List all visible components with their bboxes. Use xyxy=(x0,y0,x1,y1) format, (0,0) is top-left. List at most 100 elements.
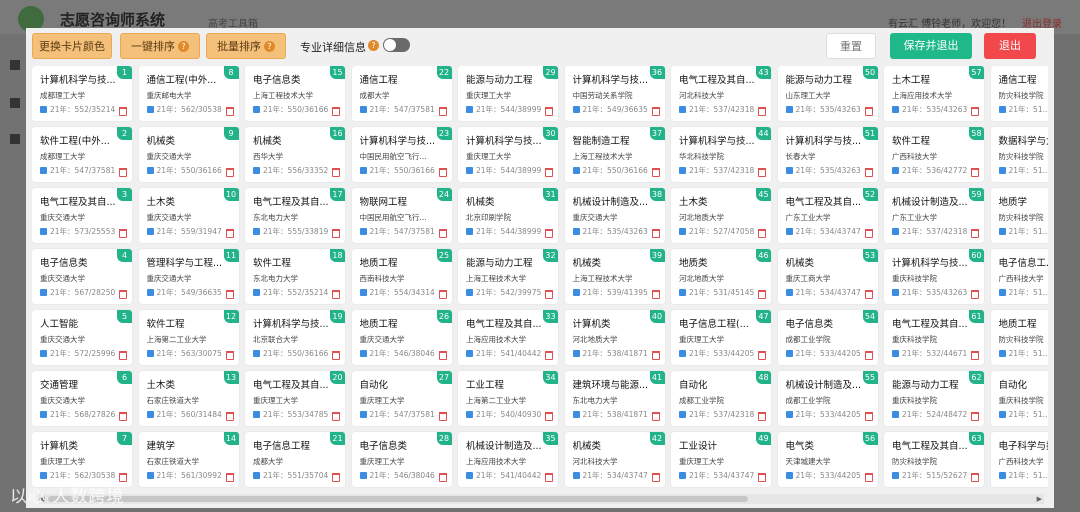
home-icon[interactable] xyxy=(10,60,20,70)
major-card[interactable]: 土木工程 57 上海应用技术大学 21年：535/43263 xyxy=(884,66,984,121)
trash-icon[interactable] xyxy=(545,168,553,177)
major-card[interactable]: 电子科学与技...70广西科技大学21年：51... xyxy=(990,432,1048,487)
save-exit-button[interactable]: 保存并退出 xyxy=(890,33,972,59)
trash-icon[interactable] xyxy=(758,107,766,116)
trash-icon[interactable] xyxy=(651,473,660,482)
major-card[interactable]: 电气工程及其自... 63 防灾科技学院 21年：515/52627 xyxy=(884,432,984,487)
major-card[interactable]: 地质工程68防灾科技学院21年：51... xyxy=(990,310,1048,365)
major-card[interactable]: 机械类 9 重庆交通大学 21年：550/36166 xyxy=(138,127,239,182)
trash-icon[interactable] xyxy=(545,473,553,482)
trash-icon[interactable] xyxy=(864,229,873,238)
exit-button[interactable]: 退出 xyxy=(984,33,1036,59)
trash-icon[interactable] xyxy=(119,412,127,421)
major-card[interactable]: 计算机科学与技... 19 北京联合大学 21年：550/36166 xyxy=(245,310,345,365)
major-card[interactable]: 电气工程及其自... 3 重庆交通大学 21年：573/25553 xyxy=(32,188,132,243)
trash-icon[interactable] xyxy=(438,229,447,238)
trash-icon[interactable] xyxy=(438,290,447,299)
trash-icon[interactable] xyxy=(864,351,873,360)
major-card[interactable]: 机械设计制造及... 35 上海应用技术大学 21年：541/40442 xyxy=(458,432,558,487)
change-card-color-button[interactable]: 更换卡片颜色 xyxy=(32,33,112,59)
major-card[interactable]: 电气工程及其自... 20 重庆理工大学 21年：553/34785 xyxy=(245,371,345,426)
trash-icon[interactable] xyxy=(651,412,660,421)
major-card[interactable]: 电子信息类 28 重庆理工大学 21年：546/38046 xyxy=(351,432,452,487)
trash-icon[interactable] xyxy=(438,168,447,177)
trash-icon[interactable] xyxy=(225,412,234,421)
major-card[interactable]: 建筑学 14 石家庄铁道大学 21年：561/30992 xyxy=(138,432,239,487)
trash-icon[interactable] xyxy=(758,473,766,482)
trash-icon[interactable] xyxy=(971,290,979,299)
major-card[interactable]: 机械类 42 河北科技大学 21年：534/43747 xyxy=(564,432,665,487)
trash-icon[interactable] xyxy=(332,351,340,360)
major-card[interactable]: 机械类 39 上海工程技术大学 21年：539/41395 xyxy=(564,249,665,304)
trash-icon[interactable] xyxy=(971,107,979,116)
trash-icon[interactable] xyxy=(225,229,234,238)
major-card[interactable]: 计算机类 7 重庆理工大学 21年：562/30538 xyxy=(32,432,132,487)
major-card[interactable]: 工业设计 49 重庆理工大学 21年：534/43747 xyxy=(671,432,771,487)
major-card[interactable]: 机械设计制造及... 59 广东工业大学 21年：537/42318 xyxy=(884,188,984,243)
trash-icon[interactable] xyxy=(864,168,873,177)
major-card[interactable]: 机械设计制造及... 55 成都工业学院 21年：533/44205 xyxy=(777,371,878,426)
grid-icon[interactable] xyxy=(10,98,20,108)
trash-icon[interactable] xyxy=(651,107,660,116)
major-card[interactable]: 机械类 16 西华大学 21年：556/33352 xyxy=(245,127,345,182)
trash-icon[interactable] xyxy=(864,290,873,299)
trash-icon[interactable] xyxy=(119,351,127,360)
major-card[interactable]: 数据科学与大...65防灾科技学院21年：51... xyxy=(990,127,1048,182)
trash-icon[interactable] xyxy=(545,412,553,421)
trash-icon[interactable] xyxy=(332,290,340,299)
trash-icon[interactable] xyxy=(119,168,127,177)
trash-icon[interactable] xyxy=(225,473,234,482)
trash-icon[interactable] xyxy=(438,412,447,421)
major-card[interactable]: 电子信息工...67广西科技大学21年：51... xyxy=(990,249,1048,304)
trash-icon[interactable] xyxy=(545,229,553,238)
trash-icon[interactable] xyxy=(971,412,979,421)
horizontal-scrollbar[interactable]: ◀ ▶ xyxy=(38,494,1044,504)
trash-icon[interactable] xyxy=(651,351,660,360)
major-card[interactable]: 建筑环境与能源... 41 东北电力大学 21年：538/41871 xyxy=(564,371,665,426)
major-card[interactable]: 计算机科学与技... 51 长春大学 21年：535/43263 xyxy=(777,127,878,182)
major-card[interactable]: 计算机科学与技... 36 中国劳动关系学院 21年：549/36635 xyxy=(564,66,665,121)
trash-icon[interactable] xyxy=(332,412,340,421)
help-icon[interactable]: ? xyxy=(368,40,379,51)
trash-icon[interactable] xyxy=(225,290,234,299)
trash-icon[interactable] xyxy=(971,473,979,482)
trash-icon[interactable] xyxy=(545,107,553,116)
scrollbar-thumb[interactable] xyxy=(48,496,748,502)
major-card[interactable]: 电气工程及其自... 61 重庆科技学院 21年：532/44671 xyxy=(884,310,984,365)
major-card[interactable]: 管理科学与工程... 11 重庆交通大学 21年：549/36635 xyxy=(138,249,239,304)
major-card[interactable]: 软件工程 58 广西科技大学 21年：536/42772 xyxy=(884,127,984,182)
major-card[interactable]: 智能制造工程 37 上海工程技术大学 21年：550/36166 xyxy=(564,127,665,182)
trash-icon[interactable] xyxy=(651,168,660,177)
trash-icon[interactable] xyxy=(971,168,979,177)
trash-icon[interactable] xyxy=(758,351,766,360)
trash-icon[interactable] xyxy=(119,229,127,238)
trash-icon[interactable] xyxy=(651,229,660,238)
major-card[interactable]: 自动化69重庆科技学院21年：51... xyxy=(990,371,1048,426)
major-card[interactable]: 电气工程及其自... 43 河北科技大学 21年：537/42318 xyxy=(671,66,771,121)
trash-icon[interactable] xyxy=(971,229,979,238)
major-card[interactable]: 物联网工程 24 中国民用航空飞行... 21年：547/37581 xyxy=(351,188,452,243)
trash-icon[interactable] xyxy=(651,290,660,299)
help-icon[interactable]: ? xyxy=(264,41,275,52)
major-card[interactable]: 自动化 27 重庆理工大学 21年：547/37581 xyxy=(351,371,452,426)
major-card[interactable]: 机械类 53 重庆工商大学 21年：534/43747 xyxy=(777,249,878,304)
trash-icon[interactable] xyxy=(438,351,447,360)
batch-sort-button[interactable]: 批量排序? xyxy=(206,33,286,59)
trash-icon[interactable] xyxy=(119,290,127,299)
major-card[interactable]: 地质类 46 河北地质大学 21年：531/45145 xyxy=(671,249,771,304)
major-card[interactable]: 计算机科学与技... 23 中国民用航空飞行... 21年：550/36166 xyxy=(351,127,452,182)
trash-icon[interactable] xyxy=(545,290,553,299)
trash-icon[interactable] xyxy=(119,107,127,116)
major-card[interactable]: 能源与动力工程 32 上海工程技术大学 21年：542/39975 xyxy=(458,249,558,304)
trash-icon[interactable] xyxy=(758,412,766,421)
major-card[interactable]: 电气类 56 天津城建大学 21年：533/44205 xyxy=(777,432,878,487)
trash-icon[interactable] xyxy=(332,107,340,116)
trash-icon[interactable] xyxy=(758,290,766,299)
reset-button[interactable]: 重置 xyxy=(826,33,876,59)
major-card[interactable]: 计算机科学与技... 1 成都理工大学 21年：552/35214 xyxy=(32,66,132,121)
major-card[interactable]: 土木类 13 石家庄铁道大学 21年：560/31484 xyxy=(138,371,239,426)
major-card[interactable]: 电气工程及其自... 17 东北电力大学 21年：555/33819 xyxy=(245,188,345,243)
major-card[interactable]: 能源与动力工程 62 重庆科技学院 21年：524/48472 xyxy=(884,371,984,426)
major-card[interactable]: 软件工程 12 上海第二工业大学 21年：563/30075 xyxy=(138,310,239,365)
detail-info-toggle[interactable] xyxy=(383,38,410,52)
